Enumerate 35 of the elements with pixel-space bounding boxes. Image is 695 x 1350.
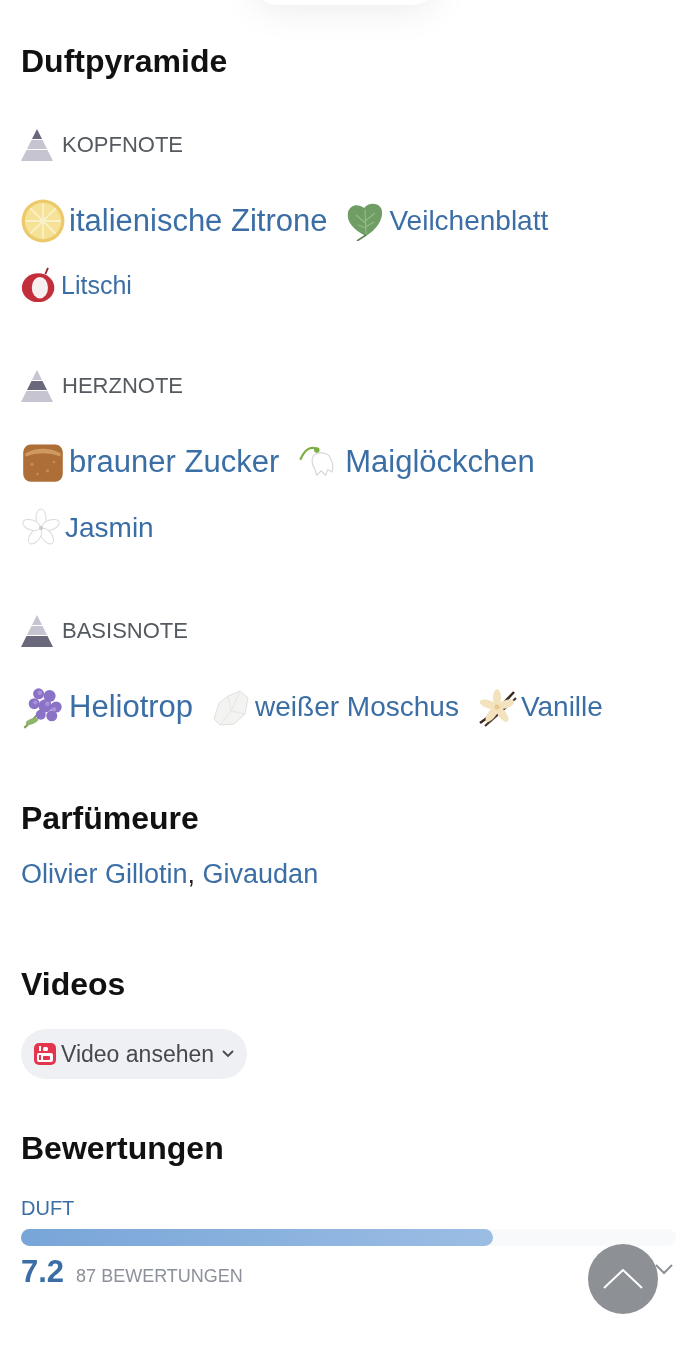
- note-link[interactable]: weißer Moschus: [211, 687, 459, 727]
- note-link[interactable]: brauner Zucker: [21, 440, 280, 484]
- perfumer-list: Olivier Gillotin, Givaudan: [21, 857, 655, 891]
- rating-count: 87 BEWERTUNGEN: [76, 1265, 243, 1288]
- note-link[interactable]: Heliotrop: [21, 685, 194, 729]
- section-heading: Bewertungen: [21, 1129, 225, 1168]
- chevron-down-icon[interactable]: [655, 1264, 673, 1275]
- pyramid-icon: [21, 615, 53, 647]
- section-heading: Duftpyramide: [21, 42, 229, 81]
- perfumer-link[interactable]: Olivier Gillotin: [21, 859, 188, 889]
- section-heading: Videos: [21, 965, 127, 1004]
- watch-video-button[interactable]: Video ansehen: [21, 1029, 248, 1079]
- note-link[interactable]: Jasmin: [21, 508, 154, 548]
- note-link[interactable]: Vanille: [476, 687, 603, 727]
- note-level-label: BASISNOTE: [62, 617, 188, 645]
- note-link[interactable]: Veilchenblatt: [345, 201, 549, 241]
- note-link[interactable]: italienische Zitrone: [21, 199, 328, 243]
- perfumer-link[interactable]: Givaudan: [202, 859, 319, 889]
- note-level-label: HERZNOTE: [62, 372, 183, 400]
- section-heading: Parfümeure: [21, 799, 200, 838]
- chevron-down-icon: [222, 1050, 235, 1058]
- note-level-label: KOPFNOTE: [62, 131, 183, 159]
- lychee-icon: [21, 267, 57, 303]
- flower-cluster-icon: [21, 685, 65, 729]
- crystal-icon: [211, 687, 252, 727]
- rating-category: DUFT: [21, 1196, 76, 1220]
- note-link[interactable]: Litschi: [21, 267, 132, 303]
- flower-icon: [21, 508, 61, 548]
- lemon-slice-icon: [21, 199, 65, 243]
- video-logo-icon: [34, 1043, 56, 1065]
- pyramid-icon: [21, 129, 53, 161]
- rating-score: 7.2: [21, 1254, 65, 1290]
- pyramid-icon: [21, 370, 53, 402]
- chevron-up-icon: [603, 1269, 643, 1289]
- note-link[interactable]: Maiglöckchen: [297, 440, 535, 484]
